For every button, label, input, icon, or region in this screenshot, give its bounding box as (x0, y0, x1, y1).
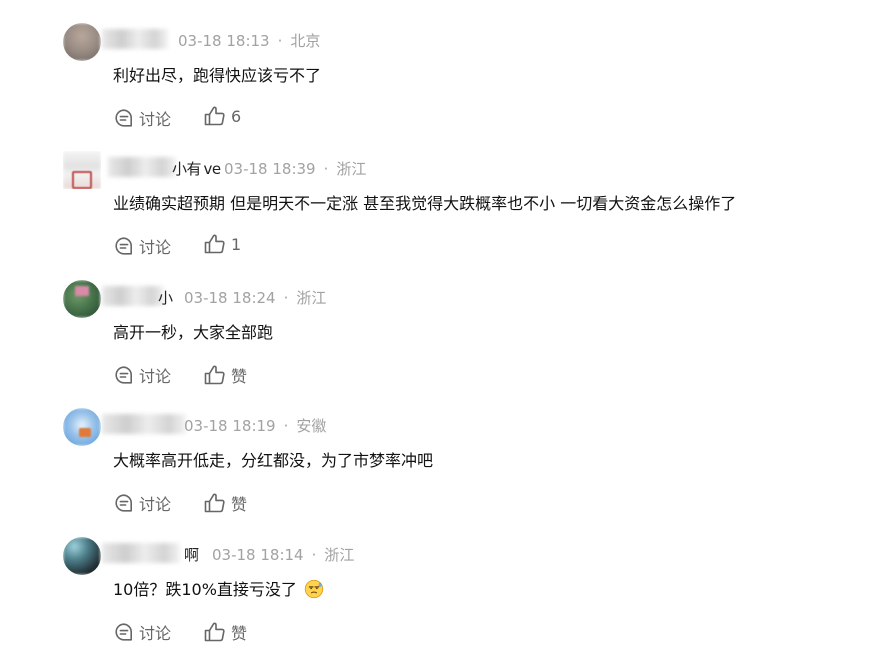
discuss-button[interactable]: 讨论 (114, 620, 171, 644)
like-count: 6 (231, 106, 242, 126)
avatar[interactable] (63, 280, 101, 318)
discuss-icon (115, 109, 133, 127)
thumbs-up-icon (204, 106, 225, 126)
username-blurred[interactable] (108, 157, 176, 177)
username-tail[interactable]: 啊 (184, 544, 199, 565)
comment-meta: 03-18 18:14 · 浙江 (212, 544, 354, 565)
comment-text: 10倍？跌10%直接亏没了 (113, 580, 297, 599)
comment-text: 大概率高开低走，分红都没，为了市梦率冲吧 (113, 451, 434, 470)
discuss-label: 讨论 (139, 495, 172, 514)
thumbs-up-icon (204, 234, 225, 254)
comment-text-container: 10倍？跌10%直接亏没了 (113, 576, 324, 600)
discuss-label: 讨论 (139, 367, 172, 386)
comment-time: 03-18 18:14 (212, 546, 304, 564)
comment-text: 高开一秒，大家全部跑 (113, 323, 274, 342)
discuss-label: 讨论 (139, 110, 172, 129)
comment-item: 小有 ve 03-18 18:39 · 浙江 业绩确实超预期 但是明天不一定涨 甚至… (0, 151, 886, 279)
like-button[interactable]: 赞 (204, 363, 247, 387)
like-button[interactable]: 1 (204, 234, 241, 254)
like-label: 赞 (231, 624, 248, 643)
discuss-button[interactable]: 讨论 (114, 106, 171, 130)
meta-separator: · (283, 417, 289, 435)
comment-meta: 03-18 18:13 · 北京 (178, 30, 320, 51)
comment-time: 03-18 18:13 (178, 32, 270, 50)
username-tail[interactable]: 小有 ve (172, 158, 221, 179)
comment-location: 安徽 (296, 417, 327, 435)
comment-location: 浙江 (296, 289, 327, 307)
username-blurred[interactable] (102, 286, 164, 306)
meta-separator: · (311, 546, 317, 564)
avatar[interactable] (63, 151, 101, 189)
discuss-icon (115, 366, 133, 384)
username-tail[interactable]: 小 (158, 287, 173, 308)
meta-separator: · (277, 32, 283, 50)
meta-separator: · (323, 160, 329, 178)
comment-text: 利好出尽，跑得快应该亏不了 (113, 66, 322, 85)
thumbs-up-icon (204, 365, 225, 385)
discuss-button[interactable]: 讨论 (114, 491, 171, 515)
discuss-label: 讨论 (139, 624, 172, 643)
discuss-icon (115, 494, 133, 512)
comment-item: 啊 03-18 18:14 · 浙江 10倍？跌10%直接亏没了 讨论 赞 (0, 537, 886, 665)
sweat-emoji-icon (304, 579, 324, 599)
thumbs-up-icon (204, 493, 225, 513)
avatar[interactable] (63, 23, 101, 61)
comment-meta: 03-18 18:39 · 浙江 (224, 158, 366, 179)
avatar[interactable] (63, 408, 101, 446)
comment-meta: 03-18 18:19 · 安徽 (184, 415, 326, 436)
avatar[interactable] (63, 537, 101, 575)
username-blurred[interactable] (102, 414, 186, 434)
comment-time: 03-18 18:39 (224, 160, 316, 178)
discuss-label: 讨论 (139, 238, 172, 257)
comment-meta: 03-18 18:24 · 浙江 (184, 287, 326, 308)
comment-item: 03-18 18:19 · 安徽 大概率高开低走，分红都没，为了市梦率冲吧 讨论 赞 (0, 408, 886, 536)
like-button[interactable]: 赞 (204, 491, 247, 515)
discuss-icon (115, 623, 133, 641)
comment-location: 浙江 (324, 546, 355, 564)
comment-time: 03-18 18:24 (184, 289, 276, 307)
meta-separator: · (283, 289, 289, 307)
discuss-button[interactable]: 讨论 (114, 363, 171, 387)
like-label: 赞 (231, 495, 248, 514)
like-count: 1 (231, 234, 242, 254)
username-blurred[interactable] (102, 29, 168, 49)
comment-text: 业绩确实超预期 但是明天不一定涨 甚至我觉得大跌概率也不小 一切看大资金怎么操作… (113, 194, 737, 213)
like-button[interactable]: 6 (204, 106, 241, 126)
thumbs-up-icon (204, 622, 225, 642)
comment-location: 北京 (290, 32, 321, 50)
comment-item: 小 03-18 18:24 · 浙江 高开一秒，大家全部跑 讨论 赞 (0, 280, 886, 408)
discuss-button[interactable]: 讨论 (114, 234, 171, 258)
discuss-icon (115, 237, 133, 255)
username-blurred[interactable] (102, 543, 180, 563)
comment-location: 浙江 (336, 160, 367, 178)
like-button[interactable]: 赞 (204, 620, 247, 644)
comment-item: 03-18 18:13 · 北京 利好出尽，跑得快应该亏不了 讨论 6 (0, 23, 886, 151)
comment-time: 03-18 18:19 (184, 417, 276, 435)
like-label: 赞 (231, 367, 248, 386)
